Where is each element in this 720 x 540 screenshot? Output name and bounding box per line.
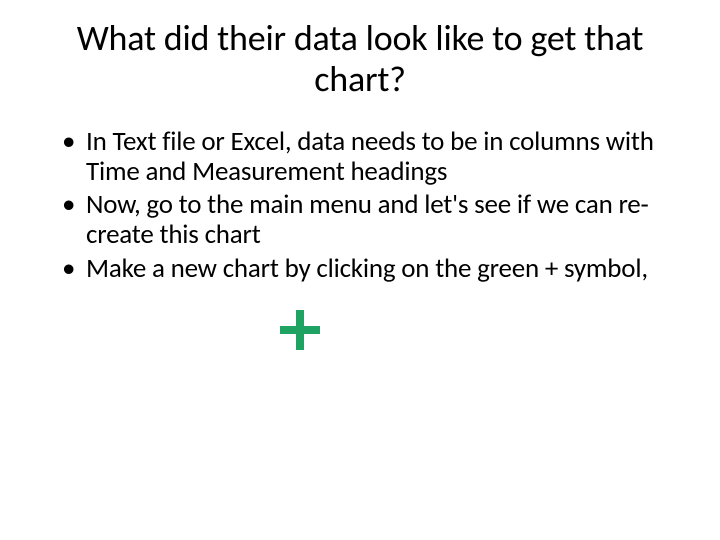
plus-icon-svg	[278, 308, 322, 352]
bullet-item: Make a new chart by clicking on the gree…	[58, 254, 662, 284]
plus-icon	[278, 308, 322, 352]
plus-symbol-container	[58, 308, 662, 357]
bullet-list: In Text file or Excel, data needs to be …	[58, 127, 662, 284]
slide-container: What did their data look like to get tha…	[0, 0, 720, 357]
slide-title: What did their data look like to get tha…	[58, 18, 662, 101]
bullet-item: Now, go to the main menu and let's see i…	[58, 190, 662, 250]
bullet-item: In Text file or Excel, data needs to be …	[58, 127, 662, 187]
